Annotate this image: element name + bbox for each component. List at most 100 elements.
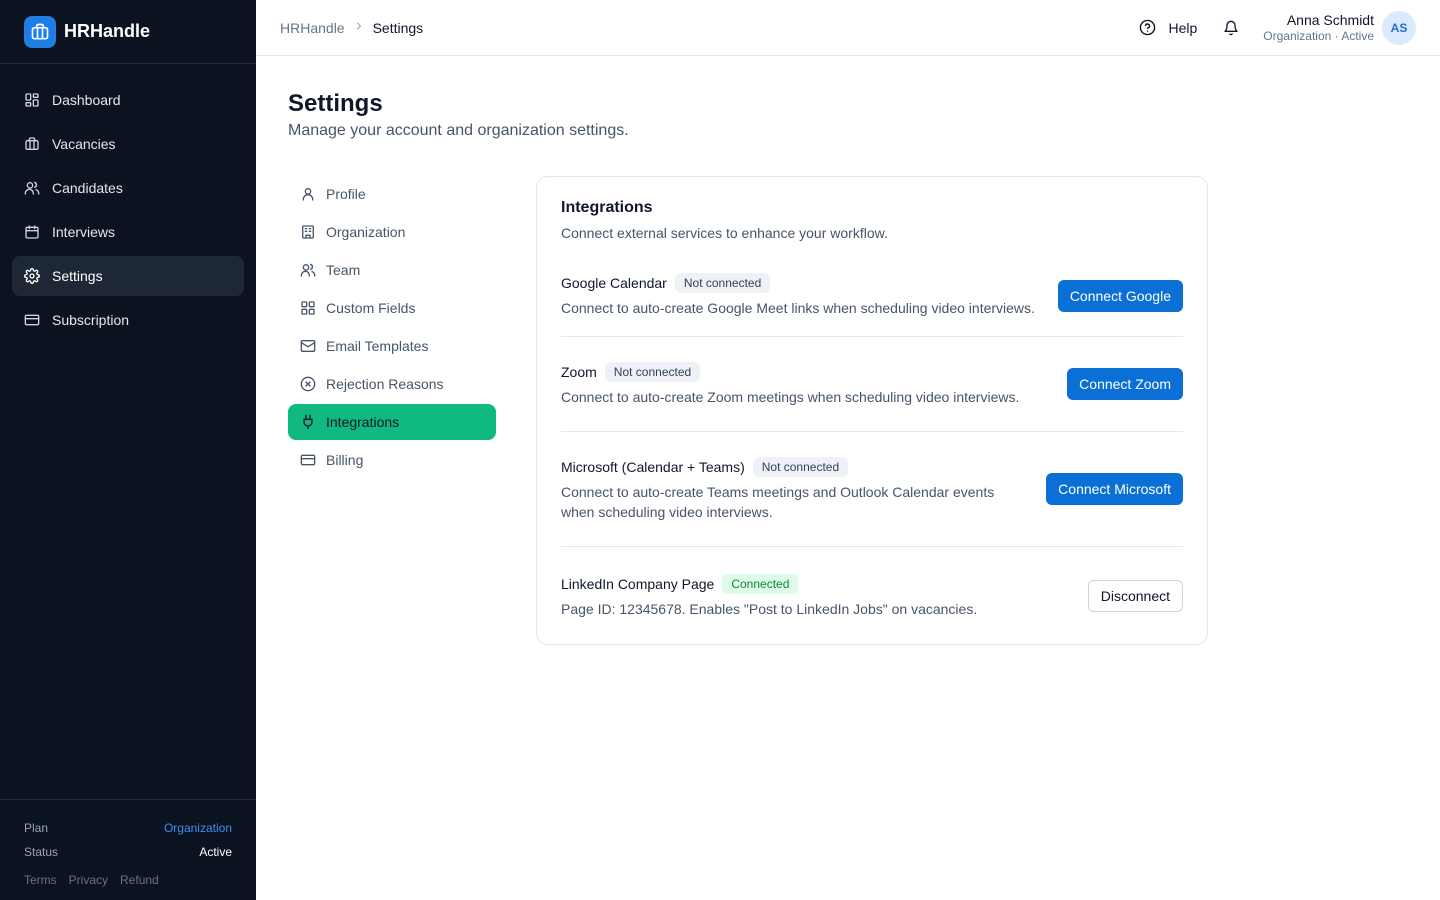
settings-nav-rejection-reasons[interactable]: Rejection Reasons (288, 366, 496, 402)
sidebar: HRHandle Dashboard Vacancies Candidates … (0, 0, 256, 900)
settings-nav-email-templates[interactable]: Email Templates (288, 328, 496, 364)
sidebar-item-vacancies[interactable]: Vacancies (12, 124, 244, 164)
building-icon (302, 225, 314, 239)
settings-nav-label: Team (326, 262, 361, 278)
user-icon (302, 188, 314, 201)
integration-google-calendar: Google Calendar Not connected Connect to… (561, 265, 1183, 337)
integration-description: Page ID: 12345678. Enables "Post to Link… (561, 600, 978, 617)
settings-nav-organization[interactable]: Organization (288, 214, 496, 250)
settings-nav-label: Email Templates (326, 338, 429, 354)
users-icon (300, 263, 316, 277)
breadcrumb: HRHandle Settings (280, 20, 423, 36)
gear-icon (24, 268, 40, 284)
main-content: Settings Manage your account and organiz… (288, 88, 1408, 645)
settings-nav: Profile Organization Team Custom Fields … (288, 176, 496, 480)
briefcase-logo-icon (24, 15, 56, 48)
help-button[interactable]: Help (1139, 19, 1197, 36)
integration-description: Connect to auto-create Google Meet links… (561, 300, 1035, 316)
integration-description: Connect to auto-create Teams meetings an… (561, 483, 995, 520)
plan-value[interactable]: Organization (164, 821, 232, 835)
briefcase-icon (25, 137, 39, 150)
integration-info: LinkedIn Company Page Connected Page ID:… (561, 573, 978, 619)
sidebar-nav: Dashboard Vacancies Candidates Interview… (0, 64, 256, 360)
notifications-button[interactable] (1223, 20, 1239, 36)
integration-name: Microsoft (Calendar + Teams) (561, 458, 745, 475)
settings-nav-billing[interactable]: Billing (288, 442, 496, 478)
settings-nav-label: Rejection Reasons (326, 376, 444, 392)
user-menu[interactable]: Anna Schmidt Organization · Active AS (1263, 10, 1416, 45)
help-label: Help (1168, 19, 1198, 36)
chevron-right-icon (353, 20, 365, 35)
integration-linkedin: LinkedIn Company Page Connected Page ID:… (561, 547, 1183, 637)
mail-icon (300, 340, 316, 352)
connect-microsoft-button[interactable]: Connect Microsoft (1046, 473, 1183, 505)
user-name: Anna Schmidt (1286, 12, 1374, 28)
dashboard-icon (25, 93, 39, 107)
breadcrumb-root[interactable]: HRHandle (280, 20, 345, 36)
sidebar-item-label: Dashboard (52, 92, 121, 108)
settings-nav-team[interactable]: Team (288, 252, 496, 288)
status-label: Status (24, 845, 59, 859)
sidebar-item-interviews[interactable]: Interviews (12, 212, 244, 252)
integrations-subtitle: Connect external services to enhance you… (561, 225, 888, 241)
plan-row: Plan Organization (24, 816, 232, 840)
privacy-link[interactable]: Privacy (69, 873, 108, 887)
integration-name: Zoom (561, 363, 597, 380)
sidebar-item-settings[interactable]: Settings (12, 256, 244, 296)
plug-icon (303, 414, 313, 430)
terms-link[interactable]: Terms (24, 873, 57, 887)
integrations-title: Integrations (561, 199, 653, 216)
plan-label: Plan (24, 821, 49, 835)
refund-link[interactable]: Refund (120, 873, 159, 887)
integration-name: Google Calendar (561, 275, 667, 291)
status-value: Active (199, 845, 232, 859)
settings-nav-profile[interactable]: Profile (288, 176, 496, 212)
status-badge: Connected (722, 573, 799, 594)
settings-nav-integrations[interactable]: Integrations (288, 404, 496, 440)
integration-name: LinkedIn Company Page (561, 575, 715, 592)
grid-icon (301, 301, 315, 315)
integration-header: Google Calendar Not connected (561, 273, 1035, 293)
calendar-icon (25, 225, 39, 239)
users-icon (24, 181, 40, 195)
status-badge: Not connected (674, 273, 771, 293)
sidebar-item-dashboard[interactable]: Dashboard (12, 80, 244, 120)
settings-nav-label: Integrations (326, 414, 400, 430)
user-subtitle: Organization · Active (1263, 29, 1374, 43)
x-circle-icon (300, 376, 316, 392)
sidebar-item-label: Settings (52, 268, 103, 284)
sidebar-item-candidates[interactable]: Candidates (12, 168, 244, 208)
status-badge: Not connected (604, 361, 701, 382)
integrations-card: Integrations Connect external services t… (536, 176, 1208, 645)
sidebar-item-label: Interviews (52, 224, 116, 240)
user-info: Anna Schmidt Organization · Active (1263, 12, 1374, 43)
brand[interactable]: HRHandle (0, 0, 256, 64)
integration-microsoft: Microsoft (Calendar + Teams) Not connect… (561, 432, 1183, 547)
help-circle-icon (1140, 19, 1156, 36)
integration-header: LinkedIn Company Page Connected (561, 573, 977, 594)
integration-header: Zoom Not connected (561, 361, 1019, 382)
integration-info: Google Calendar Not connected Connect to… (561, 273, 1035, 318)
disconnect-linkedin-button[interactable]: Disconnect (1087, 580, 1183, 612)
breadcrumb-current: Settings (372, 19, 424, 36)
connect-google-button[interactable]: Connect Google (1057, 279, 1183, 312)
sidebar-item-subscription[interactable]: Subscription (12, 300, 244, 340)
avatar[interactable]: AS (1382, 10, 1416, 45)
footer-links: Terms Privacy Refund (24, 868, 232, 892)
status-badge: Not connected (752, 456, 849, 477)
settings-nav-label: Organization (326, 224, 406, 240)
page-title: Settings (288, 90, 383, 117)
page-subtitle: Manage your account and organization set… (288, 122, 629, 139)
sidebar-item-label: Candidates (52, 180, 123, 196)
integration-info: Microsoft (Calendar + Teams) Not connect… (561, 456, 1021, 522)
sidebar-footer: Plan Organization Status Active Terms Pr… (0, 799, 256, 900)
integration-zoom: Zoom Not connected Connect to auto-creat… (561, 337, 1183, 432)
settings-nav-label: Custom Fields (326, 300, 416, 316)
credit-card-icon (24, 314, 40, 326)
status-row: Status Active (24, 840, 232, 864)
connect-zoom-button[interactable]: Connect Zoom (1067, 368, 1183, 400)
settings-nav-custom-fields[interactable]: Custom Fields (288, 290, 496, 326)
integration-header: Microsoft (Calendar + Teams) Not connect… (561, 456, 1021, 477)
integration-info: Zoom Not connected Connect to auto-creat… (561, 361, 1019, 407)
brand-name: HRHandle (64, 21, 151, 41)
